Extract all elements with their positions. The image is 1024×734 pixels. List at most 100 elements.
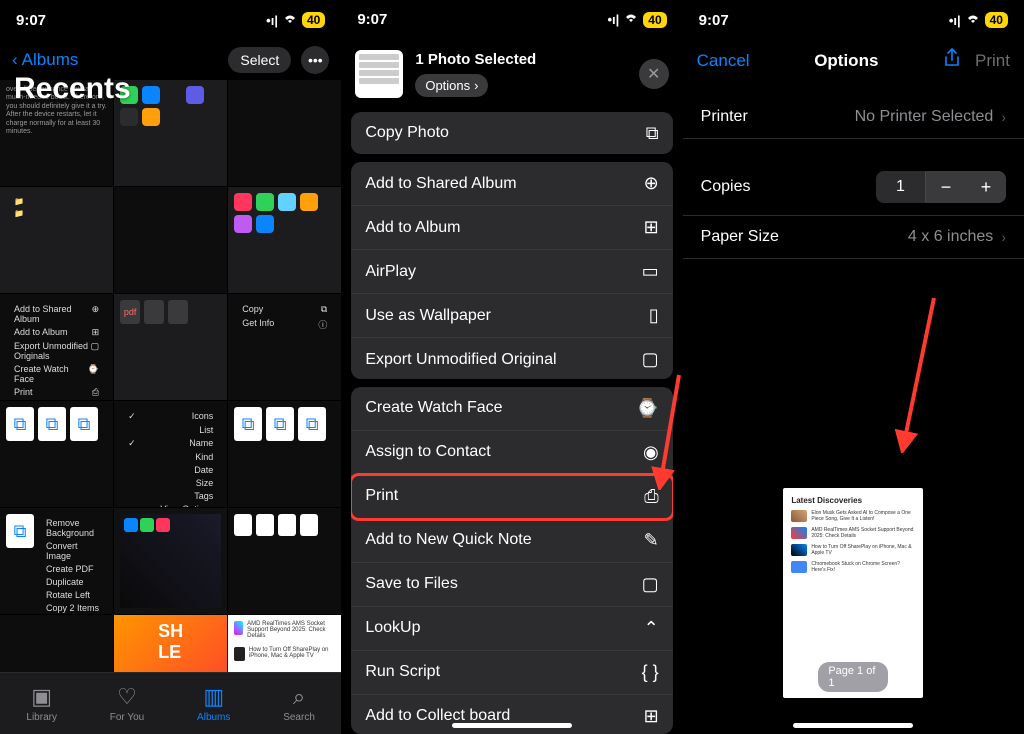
tab-library[interactable]: ▣ Library: [26, 684, 57, 723]
action-add-shared-album[interactable]: Add to Shared Album⊕: [351, 162, 672, 206]
action-run-script[interactable]: Run Script{ }: [351, 651, 672, 695]
action-copy-photo[interactable]: Copy Photo ⧉: [351, 112, 672, 155]
copies-stepper: 1 − +: [876, 171, 1006, 203]
preview-header: Latest Discoveries: [791, 496, 915, 505]
status-bar: 9:07 •ı| 40: [341, 0, 682, 40]
action-airplay[interactable]: AirPlay▭: [351, 250, 672, 294]
thumbnail[interactable]: [114, 80, 227, 186]
ellipsis-icon: •••: [308, 52, 323, 68]
wifi-icon: [965, 13, 981, 28]
status-icons: •ı| 40: [266, 12, 325, 28]
chevron-left-icon: ‹: [12, 50, 18, 70]
thumbnail[interactable]: pdf: [114, 294, 227, 400]
action-print[interactable]: Print⎙: [351, 475, 672, 519]
preview-article: AMD RealTimes AMS Socket Support Beyond …: [791, 527, 915, 539]
share-title: 1 Photo Selected: [415, 51, 626, 68]
thumbnail[interactable]: ⧉⧉⧉: [228, 401, 341, 507]
contact-icon: ◉: [643, 442, 659, 463]
thumbnail[interactable]: Add to Shared Album⊕ Add to Album⊞ Expor…: [0, 294, 113, 400]
wifi-icon: [623, 12, 639, 27]
heart-icon: ♡: [117, 684, 137, 710]
chevron-right-icon: ›: [474, 78, 478, 93]
close-icon: ✕: [647, 64, 660, 84]
thumbnail[interactable]: [114, 187, 227, 293]
action-group: Add to Shared Album⊕ Add to Album⊞ AirPl…: [351, 162, 672, 379]
thumbnail[interactable]: [228, 508, 341, 614]
home-indicator[interactable]: [452, 723, 572, 728]
preview-article: How to Turn Off SharePlay on iPhone, Mac…: [791, 544, 915, 556]
albums-icon: ▥: [203, 684, 224, 710]
preview-article: Elon Musk Gets Asked AI to Compose a One…: [791, 510, 915, 522]
thumbnail[interactable]: [228, 80, 341, 186]
tab-search[interactable]: ⌕ Search: [283, 684, 315, 723]
note-icon: ✎: [644, 530, 659, 551]
preview-article: Chromebook Stuck on Chrome Screen? Here'…: [791, 561, 915, 573]
tab-bar: ▣ Library ♡ For You ▥ Albums ⌕ Search: [0, 672, 341, 734]
script-icon: { }: [642, 662, 659, 683]
photo-grid[interactable]: overall performance gets a much-needed b…: [0, 80, 341, 672]
thumbnail[interactable]: [228, 187, 341, 293]
thumbnail[interactable]: SHLE: [114, 615, 227, 672]
thumbnail[interactable]: ⧉⧉⧉: [0, 401, 113, 507]
copies-row: Copies 1 − +: [683, 159, 1024, 216]
thumbnail[interactable]: ⧉ Remove Background Convert Image Create…: [0, 508, 113, 614]
select-button[interactable]: Select: [228, 47, 291, 73]
action-watch-face[interactable]: Create Watch Face⌚: [351, 387, 672, 431]
thumbnail[interactable]: [114, 508, 227, 614]
thumbnail[interactable]: [0, 615, 113, 672]
print-preview[interactable]: Latest Discoveries Elon Musk Gets Asked …: [683, 273, 1024, 734]
nav-bar: Cancel Options Print: [683, 40, 1024, 82]
watch-icon: ⌚: [636, 398, 658, 419]
print-settings: Printer No Printer Selected› Copies 1 − …: [683, 82, 1024, 273]
status-bar: 9:07 •ı| 40: [0, 0, 341, 40]
copy-icon: ⧉: [646, 123, 659, 144]
more-button[interactable]: •••: [301, 46, 329, 74]
battery-indicator: 40: [985, 12, 1008, 28]
page-title: Recents: [14, 72, 131, 106]
action-assign-contact[interactable]: Assign to Contact◉: [351, 431, 672, 475]
action-collect-board[interactable]: Add to Collect board⊞: [351, 695, 672, 734]
clock: 9:07: [357, 11, 387, 28]
cancel-button[interactable]: Cancel: [697, 51, 750, 71]
action-export-original[interactable]: Export Unmodified Original▢: [351, 338, 672, 379]
thumbnail[interactable]: Copy⧉ Get Infoⓘ: [228, 294, 341, 400]
tab-for-you[interactable]: ♡ For You: [110, 684, 144, 723]
album-icon: ⊞: [644, 217, 659, 238]
clock: 9:07: [16, 12, 46, 29]
tab-albums[interactable]: ▥ Albums: [197, 684, 230, 723]
options-button[interactable]: Options ›: [415, 74, 488, 97]
export-icon: ▢: [642, 349, 659, 370]
back-button[interactable]: ‹ Albums: [12, 50, 78, 70]
close-button[interactable]: ✕: [639, 59, 669, 89]
share-header: 1 Photo Selected Options › ✕: [341, 40, 682, 112]
share-actions[interactable]: Copy Photo ⧉ Add to Shared Album⊕ Add to…: [341, 112, 682, 734]
print-button-disabled: Print: [975, 51, 1010, 71]
action-add-album[interactable]: Add to Album⊞: [351, 206, 672, 250]
airplay-icon: ▭: [642, 261, 659, 282]
selected-photo-thumb[interactable]: [355, 50, 403, 98]
action-quick-note[interactable]: Add to New Quick Note✎: [351, 519, 672, 563]
action-group: Copy Photo ⧉: [351, 112, 672, 155]
action-lookup[interactable]: LookUp⌃: [351, 607, 672, 651]
lookup-icon: ⌃: [644, 618, 659, 639]
action-wallpaper[interactable]: Use as Wallpaper▯: [351, 294, 672, 338]
action-group: Create Watch Face⌚ Assign to Contact◉ Pr…: [351, 387, 672, 734]
home-indicator[interactable]: [793, 723, 913, 728]
increment-button[interactable]: +: [966, 171, 1006, 203]
decrement-button[interactable]: −: [926, 171, 966, 203]
board-icon: ⊞: [644, 706, 659, 727]
share-button[interactable]: [943, 48, 961, 74]
printer-row[interactable]: Printer No Printer Selected›: [683, 96, 1024, 139]
status-icons: •ı| 40: [949, 12, 1008, 28]
context-menu-preview: Add to Shared Album⊕ Add to Album⊞ Expor…: [6, 300, 107, 400]
share-sheet-screen: 9:07 •ı| 40 1 Photo Selected Options › ✕…: [341, 0, 682, 734]
paper-size-row[interactable]: Paper Size 4 x 6 inches›: [683, 216, 1024, 259]
page-title: Options: [814, 51, 878, 71]
thumbnail[interactable]: AMD RealTimes AMS Socket Support Beyond …: [228, 615, 341, 672]
thumbnail[interactable]: 📁 📁: [0, 187, 113, 293]
page-preview[interactable]: Latest Discoveries Elon Musk Gets Asked …: [783, 488, 923, 698]
folder-icon: ▢: [642, 574, 659, 595]
thumbnail[interactable]: ✓Icons List ✓Name Kind Date Size Tags ›V…: [114, 401, 227, 507]
action-save-files[interactable]: Save to Files▢: [351, 563, 672, 607]
chevron-right-icon: ›: [1001, 229, 1006, 245]
